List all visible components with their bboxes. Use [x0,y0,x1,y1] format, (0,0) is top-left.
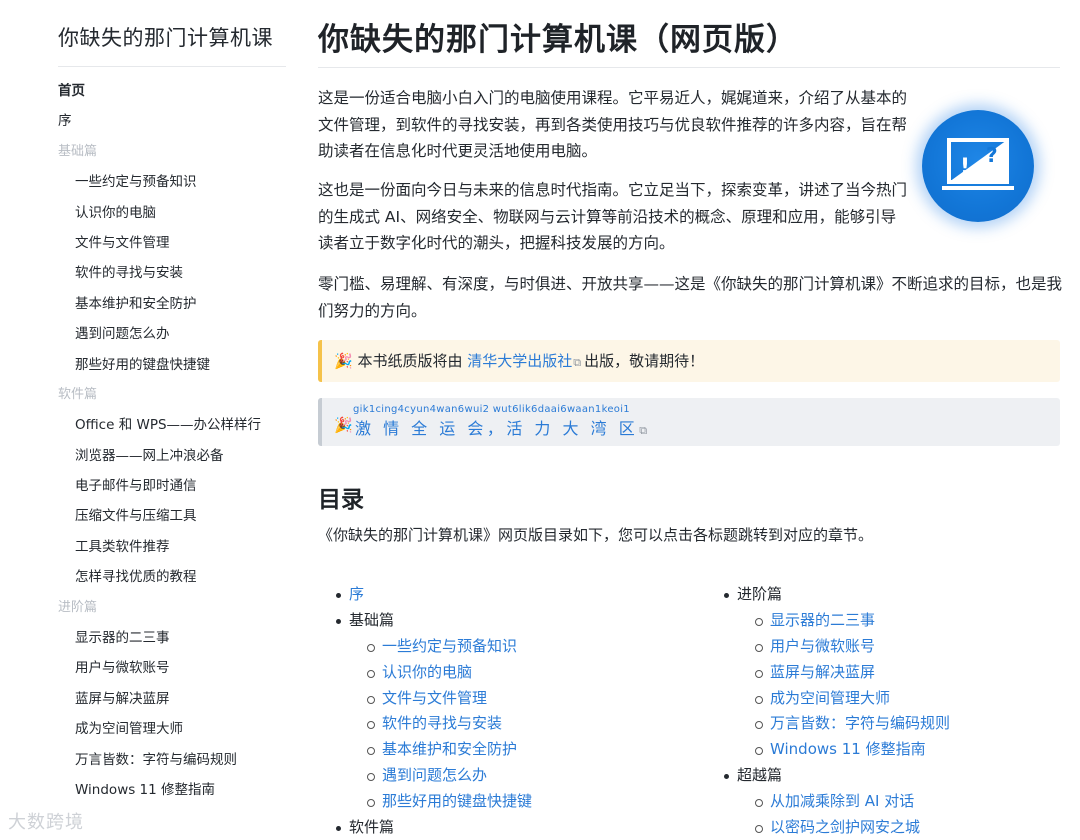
sidebar-divider [58,66,286,67]
sidebar-item[interactable]: 序 [58,108,298,138]
party-popper-icon: 🎉 [334,416,353,434]
svg-text:?: ? [986,143,998,167]
sidebar-item[interactable]: 文件与文件管理 [58,230,298,260]
sidebar-item[interactable]: 一些约定与预备知识 [58,169,298,199]
toc-column-left: 序基础篇 一些约定与预备知识 认识你的电脑 文件与文件管理 软件的寻找与安装 基本维护和安… [336,582,696,840]
toc-column-right: 进阶篇 显示器的二三事 用户与微软账号 蓝屏与解决蓝屏 成为空间管理大师 万言皆数：字符与… [724,582,1060,840]
sidebar-item[interactable]: 首页 [58,78,298,108]
sidebar-item[interactable]: 软件的寻找与安装 [58,260,298,290]
sidebar-item[interactable]: 浏览器——网上冲浪必备 [58,443,298,473]
sidebar-section-label: 基础篇 [58,143,98,159]
toc-link[interactable]: 那些好用的键盘快捷键 [336,789,696,815]
sidebar-item[interactable]: 认识你的电脑 [58,200,298,230]
banner-link[interactable]: 激 情 全 运 会，活 力 大 湾 区⧉ [355,415,654,439]
sidebar-item[interactable]: 怎样寻找优质的教程 [58,564,298,594]
sidebar: 你缺失的那门计算机课 首页序基础篇 一些约定与预备知识 认识你的电脑 文件与文件管理软… [0,0,300,840]
toc-link[interactable]: 序 [336,582,696,608]
toc-section: 超越篇 [724,763,1060,789]
banner-text: 激 情 全 运 会，活 力 大 湾 区 [355,419,639,438]
publisher-link[interactable]: 清华大学出版社 [467,352,572,370]
toc-link[interactable]: 认识你的电脑 [336,660,696,686]
toc-link[interactable]: 遇到问题怎么办 [336,763,696,789]
svg-text:!: ! [960,155,970,180]
intro-paragraph-3: 零门槛、易理解、有深度，与时俱进、开放共享——这是《你缺失的那门计算机课》不断追… [318,275,1063,320]
toc-heading: 目录 [318,487,364,513]
sidebar-item[interactable]: 基本维护和安全防护 [58,291,298,321]
toc-section: 基础篇 [336,608,696,634]
sidebar-item[interactable]: 成为空间管理大师 [58,716,298,746]
notice-prefix: 本书纸质版将由 [357,352,463,370]
intro-paragraph-2: 这也是一份面向今日与未来的信息时代指南。它立足当下，探索变革，讲述了当今热门的生… [318,181,908,252]
external-link-icon: ⧉ [573,356,582,369]
sidebar-item[interactable]: Windows 11 修整指南 [58,777,298,807]
banner-romanization: gik1cing4cyun4wan6wui2 wut6lik6daai6waan… [353,404,630,415]
sidebar-item[interactable]: 万言皆数：字符与编码规则 [58,747,298,777]
sidebar-item[interactable]: 遇到问题怎么办 [58,321,298,351]
title-divider [318,67,1060,68]
toc-link[interactable]: 成为空间管理大师 [724,686,1060,712]
toc-link[interactable]: 文件与文件管理 [336,686,696,712]
toc-link[interactable]: 基本维护和安全防护 [336,737,696,763]
sidebar-item[interactable]: 那些好用的键盘快捷键 [58,352,298,382]
laptop-question-icon: ! ? [922,110,1034,222]
toc-link[interactable]: 蓝屏与解决蓝屏 [724,660,1060,686]
toc-link[interactable]: 一些约定与预备知识 [336,634,696,660]
event-banner: 🎉 gik1cing4cyun4wan6wui2 wut6lik6daai6wa… [318,398,1060,446]
publication-notice: 🎉 本书纸质版将由 清华大学出版社⧉ 出版，敬请期待！ [318,340,1060,382]
sidebar-section-label: 软件篇 [58,386,98,402]
toc-link[interactable]: 软件的寻找与安装 [336,711,696,737]
sidebar-item[interactable]: 蓝屏与解决蓝屏 [58,686,298,716]
sidebar-section-label: 进阶篇 [58,599,98,615]
toc-link[interactable]: 以密码之剑护网安之城 [724,815,1060,840]
page-title: 你缺失的那门计算机课（网页版） [318,22,798,58]
sidebar-item[interactable]: 显示器的二三事 [58,625,298,655]
sidebar-item[interactable]: 工具类软件推荐 [58,534,298,564]
toc-section: 软件篇 [336,815,696,840]
external-link-icon: ⧉ [639,424,651,437]
sidebar-item[interactable]: 电子邮件与即时通信 [58,473,298,503]
notice-suffix: 出版，敬请期待！ [584,352,705,370]
toc-section: 进阶篇 [724,582,1060,608]
toc-description: 《你缺失的那门计算机课》网页版目录如下，您可以点击各标题跳转到对应的章节。 [318,526,874,544]
sidebar-nav: 首页序基础篇一些约定与预备知识 认识你的电脑 文件与文件管理 软件的寻找与安装 基本维护… [58,78,298,807]
toc-link[interactable]: 从加减乘除到 AI 对话 [724,789,1060,815]
toc-link[interactable]: 显示器的二三事 [724,608,1060,634]
intro-paragraph-1: 这是一份适合电脑小白入门的电脑使用课程。它平易近人，娓娓道来，介绍了从基本的文件… [318,89,908,160]
site-title[interactable]: 你缺失的那门计算机课 [58,22,273,52]
toc-link[interactable]: Windows 11 修整指南 [724,737,1060,763]
toc-link[interactable]: 万言皆数：字符与编码规则 [724,711,1060,737]
sidebar-item[interactable]: 用户与微软账号 [58,655,298,685]
watermark: 大数跨境 [8,812,84,833]
party-popper-icon: 🎉 [334,352,353,370]
toc-link[interactable]: 用户与微软账号 [724,634,1060,660]
sidebar-item[interactable]: 压缩文件与压缩工具 [58,503,298,533]
sidebar-item[interactable]: Office 和 WPS——办公样样行 [58,412,298,442]
